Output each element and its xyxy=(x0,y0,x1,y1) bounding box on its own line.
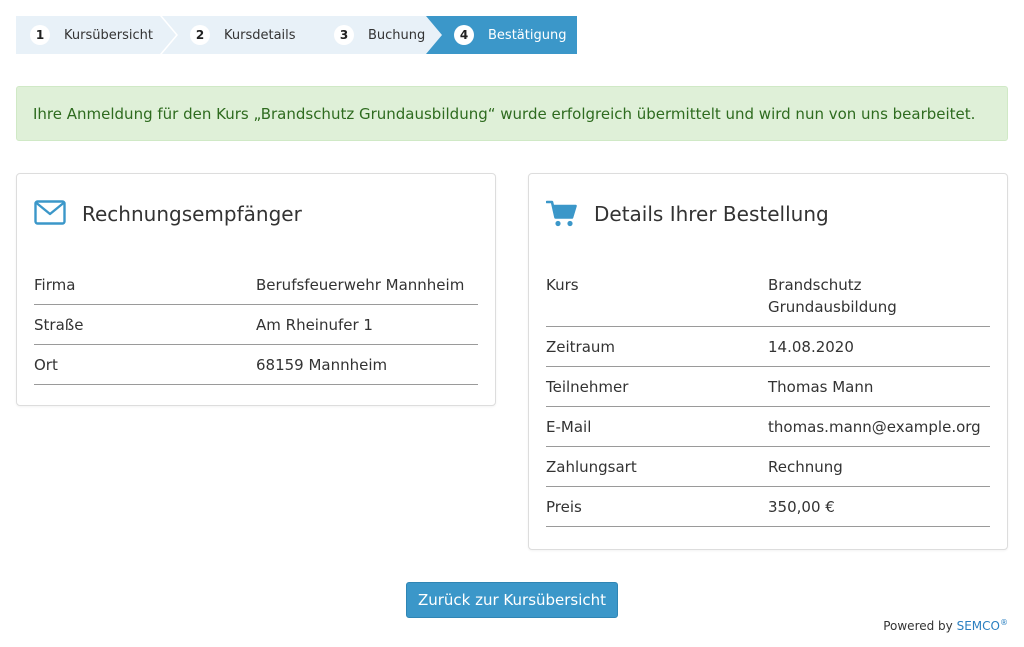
step-kursuebersicht[interactable]: 1 Kursübersicht xyxy=(16,16,176,54)
row-value: Rechnung xyxy=(768,458,843,476)
table-row: Straße Am Rheinufer 1 xyxy=(34,305,478,345)
step-number: 4 xyxy=(454,25,474,45)
row-value: 350,00 € xyxy=(768,498,835,516)
table-row: Teilnehmer Thomas Mann xyxy=(546,367,990,407)
back-to-course-overview-button[interactable]: Zurück zur Kursübersicht xyxy=(406,582,618,618)
table-row: Zeitraum 14.08.2020 xyxy=(546,327,990,367)
row-label: Zeitraum xyxy=(546,338,616,356)
powered-by-text: Powered by xyxy=(883,619,953,633)
row-label: Ort xyxy=(34,356,58,374)
row-label: Teilnehmer xyxy=(546,378,629,396)
row-value: thomas.mann@example.org xyxy=(768,418,981,436)
progress-stepper: 1 Kursübersicht 2 Kursdetails 3 Buchung … xyxy=(16,16,577,54)
powered-by-footer: Powered by SEMCO® xyxy=(883,618,1008,633)
row-value: Brandschutz Grundausbildung xyxy=(768,276,897,316)
row-label: Zahlungsart xyxy=(546,458,637,476)
step-number: 1 xyxy=(30,25,50,45)
row-label: Kurs xyxy=(546,276,579,294)
step-label: Kursdetails xyxy=(224,27,296,43)
panel-header: Rechnungsempfänger xyxy=(34,200,302,228)
step-number: 3 xyxy=(334,25,354,45)
step-label: Kursübersicht xyxy=(64,27,153,43)
table-row: Preis 350,00 € xyxy=(546,487,990,527)
step-number: 2 xyxy=(190,25,210,45)
row-value: Am Rheinufer 1 xyxy=(256,316,373,334)
table-row: E-Mail thomas.mann@example.org xyxy=(546,407,990,447)
success-message: Ihre Anmeldung für den Kurs „Brandschutz… xyxy=(33,104,976,123)
registered-mark: ® xyxy=(1000,618,1008,627)
semco-brand-link[interactable]: SEMCO xyxy=(957,619,1000,633)
row-value: 14.08.2020 xyxy=(768,338,854,356)
row-label: E-Mail xyxy=(546,418,592,436)
row-label: Preis xyxy=(546,498,582,516)
table-row: Kurs Brandschutz Grundausbildung xyxy=(546,266,990,327)
success-alert: Ihre Anmeldung für den Kurs „Brandschutz… xyxy=(16,86,1008,141)
shopping-cart-icon xyxy=(546,200,578,228)
row-value: Berufsfeuerwehr Mannheim xyxy=(256,276,465,294)
order-details-panel: Details Ihrer Bestellung Kurs Brandschut… xyxy=(528,173,1008,550)
envelope-icon xyxy=(34,200,66,228)
row-label: Straße xyxy=(34,316,84,334)
table-row: Ort 68159 Mannheim xyxy=(34,345,478,385)
billing-recipient-panel: Rechnungsempfänger Firma Berufsfeuerwehr… xyxy=(16,173,496,406)
step-bestaetigung-active: 4 Bestätigung xyxy=(426,16,577,54)
panel-title: Rechnungsempfänger xyxy=(82,202,302,226)
step-label: Bestätigung xyxy=(488,27,567,43)
order-details-table: Kurs Brandschutz Grundausbildung Zeitrau… xyxy=(546,266,990,527)
table-row: Firma Berufsfeuerwehr Mannheim xyxy=(34,266,478,305)
billing-details-table: Firma Berufsfeuerwehr Mannheim Straße Am… xyxy=(34,266,478,385)
panel-header: Details Ihrer Bestellung xyxy=(546,200,829,228)
row-value: 68159 Mannheim xyxy=(256,356,388,374)
row-label: Firma xyxy=(34,276,76,294)
row-value: Thomas Mann xyxy=(768,378,874,396)
panel-title: Details Ihrer Bestellung xyxy=(594,202,829,226)
table-row: Zahlungsart Rechnung xyxy=(546,447,990,487)
step-label: Buchung xyxy=(368,27,426,43)
